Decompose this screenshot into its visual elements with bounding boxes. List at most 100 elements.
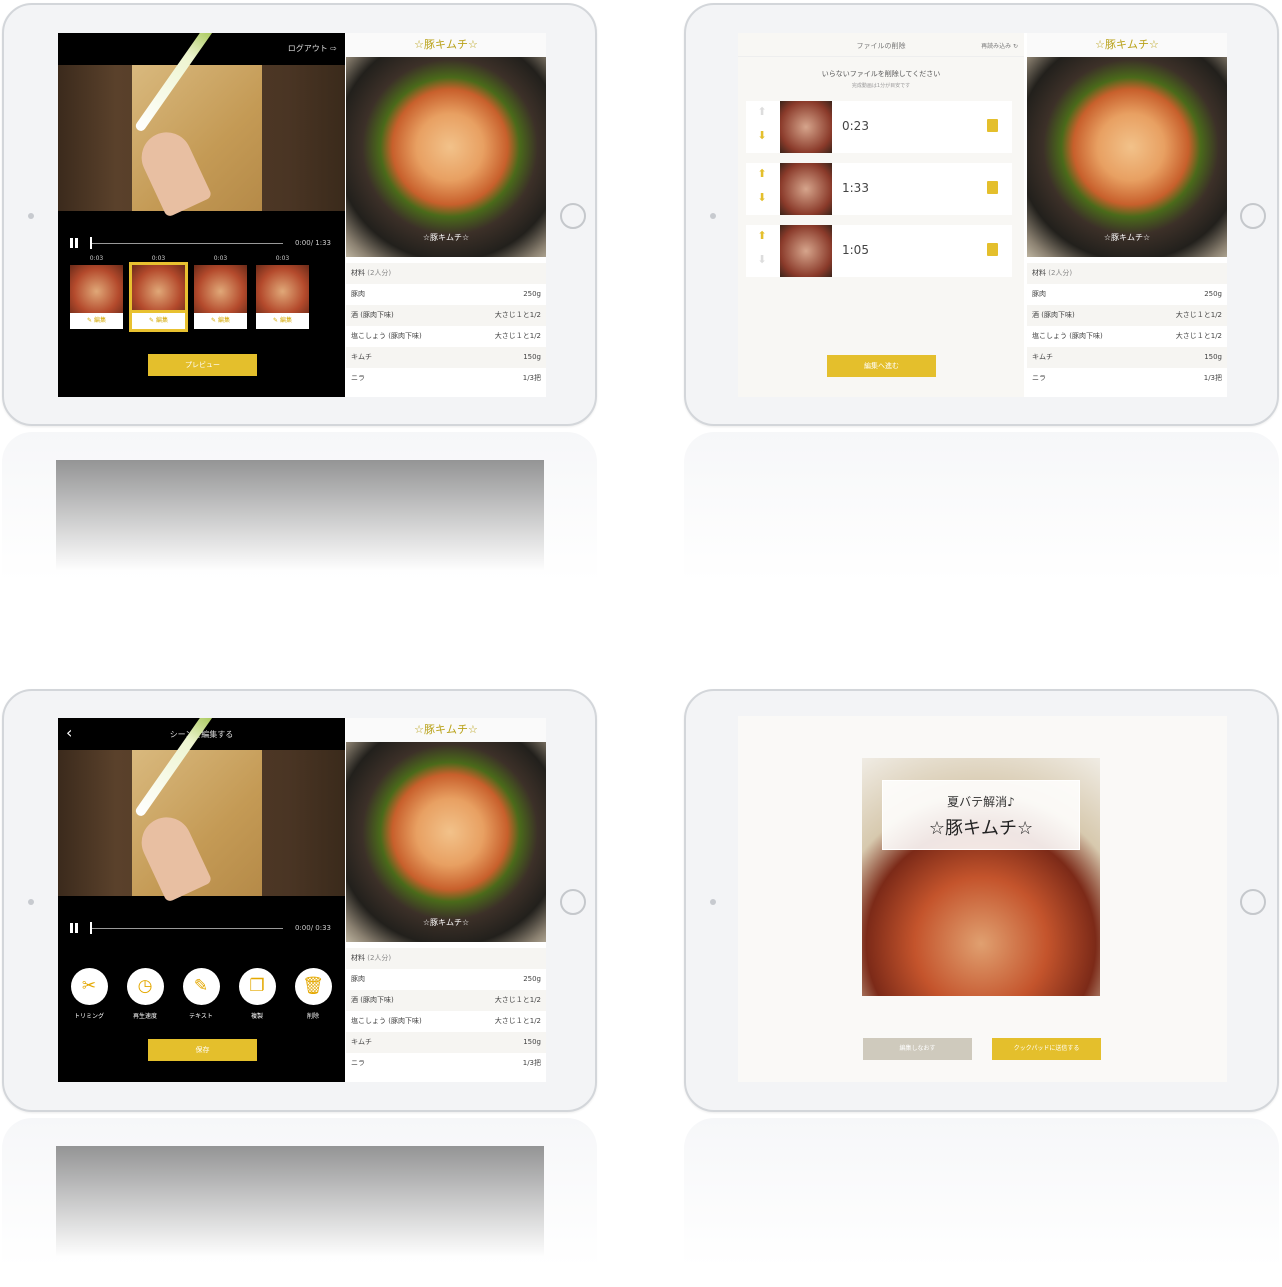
scene-edit-button[interactable]: ✎ 編集 <box>70 313 123 329</box>
seek-bar[interactable] <box>90 928 283 929</box>
pause-icon[interactable] <box>70 923 80 933</box>
scene-image <box>132 265 185 313</box>
home-button[interactable] <box>1240 889 1266 915</box>
scissors-icon[interactable]: ✂ <box>70 968 108 1005</box>
arrow-up-icon[interactable]: ⬆ <box>756 167 768 180</box>
seek-knob[interactable] <box>90 237 92 249</box>
ingredient-amount: 250g <box>523 290 541 298</box>
timer-icon[interactable]: ◷ <box>126 968 164 1005</box>
ingredient-name: ニラ <box>1032 374 1046 382</box>
redo-edit-button[interactable]: 編集しなおす <box>863 1038 972 1060</box>
ingredients-label: 材料 <box>351 269 365 277</box>
file-item[interactable]: ⬆ ⬇ 0:23 <box>746 101 1012 153</box>
editor-panel: ログアウト ⇨ 0:00/ 1:33 0:03 ✎ 編集 0:03 ✎ 編集 0… <box>58 33 345 397</box>
poster-subtitle: 夏バテ解消♪ <box>947 795 1015 809</box>
ingredient-amount: 大さじ１と1/2 <box>1175 311 1222 319</box>
camera-dot <box>710 213 716 219</box>
photo-label: ☆豚キムチ☆ <box>422 233 470 242</box>
ingredient-name: 豚肉 <box>351 975 365 983</box>
scene-duration: 0:03 <box>213 255 228 262</box>
ingredient-list: 材料 (2人分) 豚肉 250g 酒 (豚肉下味) 大さじ１と1/2 塩こしょう (… <box>1027 263 1227 389</box>
ingredient-name: キムチ <box>351 1038 372 1046</box>
logout-button[interactable]: ログアウト ⇨ <box>288 43 337 54</box>
scene-edit-button[interactable]: ✎ 編集 <box>194 313 247 329</box>
trash-icon[interactable]: 🗑 <box>294 968 332 1005</box>
file-item[interactable]: ⬆ ⬇ 1:33 <box>746 163 1012 215</box>
screen-scene-edit: ‹ シーンを編集する 0:00/ 0:33 ✂ トリミング ◷ 再生速度 ✎ テ… <box>58 718 546 1082</box>
trash-icon[interactable] <box>987 181 998 194</box>
scene-thumb[interactable]: 0:03 ✎ 編集 <box>194 255 247 339</box>
ingredient-row: 塩こしょう (豚肉下味) 大さじ１と1/2 <box>346 1011 546 1032</box>
ingredient-row: 塩こしょう (豚肉下味) 大さじ１と1/2 <box>1027 326 1227 347</box>
seek-knob[interactable] <box>90 922 92 934</box>
arrow-down-icon[interactable]: ⬇ <box>756 191 768 204</box>
camera-dot <box>28 899 34 905</box>
photo-label: ☆豚キムチ☆ <box>1103 233 1151 242</box>
playback-time: 0:00/ 1:33 <box>294 239 331 247</box>
ingredient-name: 塩こしょう (豚肉下味) <box>351 332 422 340</box>
home-button[interactable] <box>1240 203 1266 229</box>
ingredient-amount: 大さじ１と1/2 <box>494 1017 541 1025</box>
scene-thumb-selected[interactable]: 0:03 ✎ 編集 <box>132 255 185 339</box>
ingredient-amount: 大さじ１と1/2 <box>494 311 541 319</box>
ingredient-row: 豚肉 250g <box>346 969 546 990</box>
tool-speed[interactable]: ◷ 再生速度 <box>122 968 168 1020</box>
tool-trimming[interactable]: ✂ トリミング <box>66 968 112 1020</box>
ingredient-name: キムチ <box>351 353 372 361</box>
tablet-frame: 夏バテ解消♪ ☆豚キムチ☆ 編集しなおす クックパッドに送信する <box>684 689 1279 1112</box>
preview-button[interactable]: プレビュー <box>148 354 257 376</box>
ingredient-name: 豚肉 <box>351 290 365 298</box>
video-player[interactable] <box>58 33 345 218</box>
seek-bar[interactable] <box>90 243 283 244</box>
dish-photo: ☆豚キムチ☆ <box>346 57 546 257</box>
edit-toolbar: ✂ トリミング ◷ 再生速度 ✎ テキスト ❐ 複製 🗑 削除 <box>58 968 345 1038</box>
file-item[interactable]: ⬆ ⬇ 1:05 <box>746 225 1012 277</box>
copy-icon[interactable]: ❐ <box>238 968 276 1005</box>
ingredient-amount: 大さじ１と1/2 <box>494 996 541 1004</box>
send-to-cookpad-button[interactable]: クックパッドに送信する <box>992 1038 1101 1060</box>
reload-button[interactable]: 再読み込み ↻ <box>981 41 1018 50</box>
ingredient-row: キムチ 150g <box>1027 347 1227 368</box>
ingredients-header: 材料 (2人分) <box>1027 263 1227 284</box>
tool-text[interactable]: ✎ テキスト <box>178 968 224 1020</box>
ingredient-row: ニラ 1/3把 <box>346 1053 546 1074</box>
ingredient-name: 酒 (豚肉下味) <box>1032 311 1075 319</box>
ingredient-amount: 150g <box>1204 353 1222 361</box>
home-button[interactable] <box>560 889 586 915</box>
tool-duplicate[interactable]: ❐ 複製 <box>234 968 280 1020</box>
ingredient-amount: 150g <box>523 353 541 361</box>
recipe-title: ☆豚キムチ☆ <box>346 33 546 57</box>
ingredients-header: 材料 (2人分) <box>346 948 546 969</box>
ingredient-row: キムチ 150g <box>346 1032 546 1053</box>
save-button[interactable]: 保存 <box>148 1039 257 1061</box>
file-duration: 1:05 <box>842 243 869 257</box>
recipe-title: ☆豚キムチ☆ <box>346 718 546 742</box>
ingredient-list: 材料 (2人分) 豚肉 250g 酒 (豚肉下味) 大さじ１と1/2 塩こしょう (… <box>346 263 546 389</box>
trash-icon[interactable] <box>987 243 998 256</box>
scene-image <box>256 265 309 313</box>
scene-edit-button[interactable]: ✎ 編集 <box>256 313 309 329</box>
poster-title-box: 夏バテ解消♪ ☆豚キムチ☆ <box>882 780 1080 850</box>
screen-delete-files: ファイルの削除 再読み込み ↻ いらないファイルを削除してください 完成動画は1… <box>738 33 1227 397</box>
scene-image <box>70 265 123 313</box>
arrow-up-icon[interactable]: ⬆ <box>756 229 768 242</box>
video-poster[interactable]: 夏バテ解消♪ ☆豚キムチ☆ <box>862 758 1100 996</box>
screen-final-preview: 夏バテ解消♪ ☆豚キムチ☆ 編集しなおす クックパッドに送信する <box>738 716 1227 1082</box>
dish-photo: ☆豚キムチ☆ <box>346 742 546 942</box>
ingredient-row: ニラ 1/3把 <box>346 368 546 389</box>
arrow-down-icon[interactable]: ⬇ <box>756 129 768 142</box>
scene-edit-button[interactable]: ✎ 編集 <box>132 313 185 329</box>
home-button[interactable] <box>560 203 586 229</box>
trash-icon[interactable] <box>987 119 998 132</box>
pause-icon[interactable] <box>70 238 80 248</box>
tool-delete[interactable]: 🗑 削除 <box>290 968 336 1020</box>
pencil-icon[interactable]: ✎ <box>182 968 220 1005</box>
scene-thumb[interactable]: 0:03 ✎ 編集 <box>256 255 309 339</box>
ingredients-label: 材料 <box>1032 269 1046 277</box>
camera-dot <box>28 213 34 219</box>
proceed-to-edit-button[interactable]: 編集へ進む <box>827 355 936 377</box>
video-player[interactable] <box>58 718 345 903</box>
arrow-down-icon: ⬇ <box>757 253 767 266</box>
scene-thumb[interactable]: 0:03 ✎ 編集 <box>70 255 123 339</box>
ingredient-row: 酒 (豚肉下味) 大さじ１と1/2 <box>346 990 546 1011</box>
